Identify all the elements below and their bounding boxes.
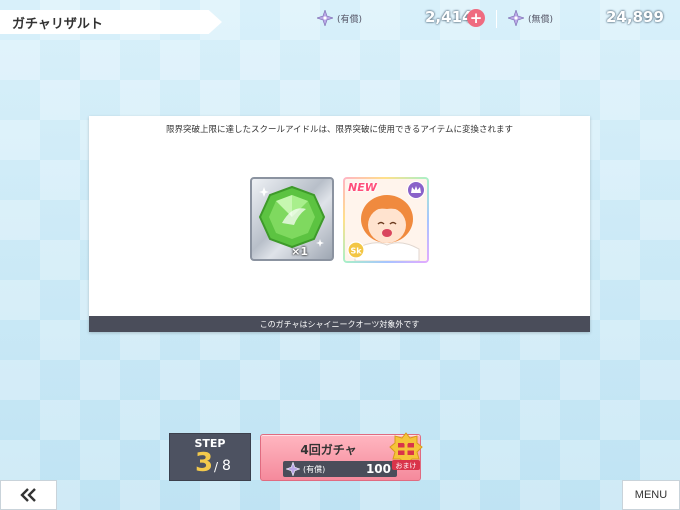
bonus-gift-icon: おまけ — [389, 432, 423, 470]
star-gem-icon — [317, 10, 333, 26]
gacha-cost-label: (有償) — [303, 464, 326, 474]
crown-icon — [407, 181, 425, 199]
paid-stars-label: (有償) — [337, 14, 363, 25]
step-total: 8 — [222, 458, 231, 474]
page-title: ガチャリザルト — [0, 10, 222, 34]
gacha-cost: (有償) 100 — [283, 461, 397, 477]
gacha-button-title: 4回ガチャ — [300, 443, 357, 457]
step-indicator: STEP 3 / 8 — [169, 433, 251, 481]
page-title-text: ガチャリザルト — [12, 16, 103, 32]
free-stars-value: 24,899 — [606, 8, 664, 26]
item-quantity: ×1 — [291, 245, 308, 258]
back-button[interactable] — [0, 480, 57, 510]
currency-divider — [496, 10, 497, 28]
free-stars: (無償) — [508, 8, 553, 28]
step-current: 3 — [195, 448, 214, 478]
free-stars-label: (無償) — [528, 14, 554, 25]
shiny-quartz-note-text: このガチャはシャイニークオーツ対象外です — [259, 319, 420, 329]
attribute-sk-icon: Sk — [347, 241, 365, 259]
bonus-label: おまけ — [396, 462, 417, 470]
conversion-message: 限界突破上限に達したスクールアイドルは、限界突破に使用できるアイテムに変換されま… — [165, 125, 514, 135]
idol-card[interactable]: NEW Sk — [343, 177, 429, 263]
star-gem-icon — [508, 10, 524, 26]
double-chevron-left-icon — [19, 488, 36, 502]
gacha-cost-value: 100 — [365, 462, 391, 476]
result-panel: 限界突破上限に達したスクールアイドルは、限界突破に使用できるアイテムに変換されま… — [89, 116, 590, 332]
attribute-label: Sk — [350, 247, 362, 256]
purchase-stars-button[interactable]: + — [467, 9, 485, 27]
limit-break-item[interactable]: ×1 — [250, 177, 334, 261]
shiny-quartz-note: このガチャはシャイニークオーツ対象外です — [89, 316, 590, 332]
menu-button-label: MENU — [634, 489, 668, 501]
step-separator: / — [214, 460, 219, 474]
new-badge: NEW — [348, 181, 377, 194]
paid-stars-value: 2,414 — [425, 8, 473, 26]
star-gem-icon — [286, 462, 300, 476]
paid-stars: (有償) — [317, 8, 362, 28]
menu-button[interactable]: MENU — [622, 480, 680, 510]
